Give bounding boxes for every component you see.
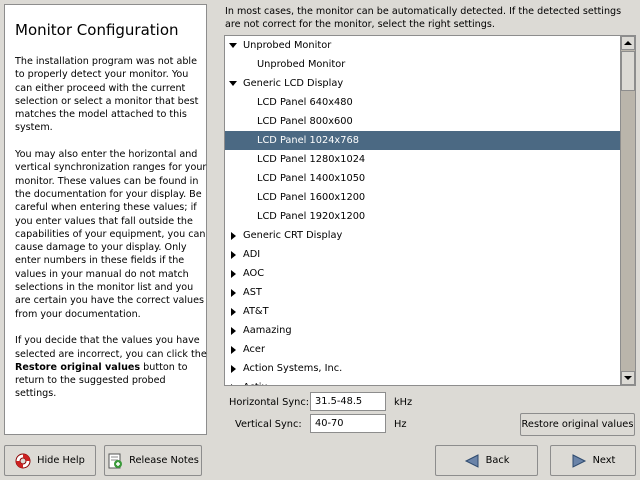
tree-row[interactable]: LCD Panel 800x600 [225, 112, 621, 131]
help-text: The installation program was not able to… [15, 55, 207, 414]
expander-collapsed-icon[interactable] [227, 359, 239, 378]
triangle-down-icon [229, 81, 237, 86]
expander-collapsed-icon[interactable] [227, 378, 239, 385]
help-p3-before: If you decide that the values you have s… [15, 335, 207, 360]
tree-row-label: Unprobed Monitor [257, 59, 346, 70]
tree-row[interactable]: Acer [225, 340, 621, 359]
help-p3-bold: Restore original values [15, 361, 141, 373]
tree-row-label: LCD Panel 1024x768 [257, 135, 359, 146]
expander-collapsed-icon[interactable] [227, 340, 239, 359]
triangle-right-icon [230, 288, 236, 297]
triangle-down-icon [229, 43, 237, 48]
vertical-sync-label: Vertical Sync: [235, 419, 302, 430]
triangle-right-icon [230, 383, 236, 385]
tree-row[interactable]: LCD Panel 1400x1050 [225, 169, 621, 188]
restore-original-values-button[interactable]: Restore original values [520, 413, 635, 436]
triangle-right-icon [230, 250, 236, 259]
help-paragraph-1: The installation program was not able to… [15, 56, 199, 134]
next-label: Next [592, 455, 616, 466]
next-button[interactable]: Next [550, 445, 636, 476]
vertical-scrollbar[interactable] [620, 36, 635, 385]
hide-help-label: Hide Help [37, 455, 85, 466]
help-paragraph-3: If you decide that the values you have s… [15, 334, 207, 400]
expander-collapsed-icon[interactable] [227, 245, 239, 264]
monitor-list[interactable]: Unprobed Monitor Unprobed Monitor Generic … [225, 36, 621, 385]
arrow-down-icon [624, 376, 632, 380]
tree-row-label: LCD Panel 1920x1200 [257, 211, 366, 222]
tree-row-label: AST [243, 287, 262, 298]
tree-row[interactable]: Aamazing [225, 321, 621, 340]
triangle-right-icon [230, 364, 236, 373]
tree-row[interactable]: Unprobed Monitor [225, 36, 621, 55]
arrow-left-icon [464, 453, 480, 469]
help-panel: Monitor Configuration The installation p… [4, 4, 207, 435]
expander-expanded-icon[interactable] [227, 36, 239, 55]
tree-row[interactable]: Unprobed Monitor [225, 55, 621, 74]
tree-row-label: LCD Panel 640x480 [257, 97, 353, 108]
back-label: Back [485, 455, 510, 466]
tree-row-label: LCD Panel 1280x1024 [257, 154, 366, 165]
tree-row[interactable]: LCD Panel 1280x1024 [225, 150, 621, 169]
tree-row[interactable]: Actix [225, 378, 621, 385]
triangle-right-icon [230, 307, 236, 316]
expander-collapsed-icon[interactable] [227, 302, 239, 321]
tree-row-label: Actix [243, 378, 267, 385]
arrow-right-icon [571, 453, 587, 469]
tree-row[interactable]: LCD Panel 1600x1200 [225, 188, 621, 207]
triangle-right-icon [230, 326, 236, 335]
release-notes-icon [107, 453, 123, 469]
vertical-sync-input[interactable] [310, 414, 386, 433]
expander-collapsed-icon[interactable] [227, 321, 239, 340]
back-button[interactable]: Back [435, 445, 538, 476]
tree-row[interactable]: LCD Panel 1920x1200 [225, 207, 621, 226]
monitor-tree[interactable]: Unprobed Monitor Unprobed Monitor Generic … [224, 35, 636, 386]
tree-row-label: Action Systems, Inc. [243, 363, 343, 374]
tree-row[interactable]: AT&T [225, 302, 621, 321]
expander-collapsed-icon[interactable] [227, 264, 239, 283]
tree-row[interactable]: LCD Panel 640x480 [225, 93, 621, 112]
horizontal-sync-label: Horizontal Sync: [229, 397, 310, 408]
arrow-up-icon [624, 41, 632, 45]
help-title: Monitor Configuration [15, 21, 179, 39]
tree-row[interactable]: AST [225, 283, 621, 302]
scroll-thumb[interactable] [621, 51, 635, 91]
tree-row[interactable]: Generic CRT Display [225, 226, 621, 245]
scroll-up-button[interactable] [621, 36, 635, 50]
intro-text: In most cases, the monitor can be automa… [225, 6, 622, 30]
expander-collapsed-icon[interactable] [227, 283, 239, 302]
vertical-sync-unit: Hz [394, 419, 407, 430]
triangle-right-icon [230, 345, 236, 354]
tree-row-label: Acer [243, 344, 265, 355]
horizontal-sync-unit: kHz [394, 397, 413, 408]
tree-row-label: LCD Panel 1400x1050 [257, 173, 366, 184]
release-notes-label: Release Notes [129, 455, 199, 466]
tree-row[interactable]: LCD Panel 1024x768 [225, 131, 621, 150]
tree-row-label: LCD Panel 800x600 [257, 116, 353, 127]
tree-row-label: ADI [243, 249, 261, 260]
tree-row[interactable]: ADI [225, 245, 621, 264]
tree-row-label: Aamazing [243, 325, 292, 336]
tree-row-label: AT&T [243, 306, 269, 317]
triangle-right-icon [230, 269, 236, 278]
tree-row-label: Generic CRT Display [243, 230, 343, 241]
lifebuoy-icon [15, 453, 31, 469]
tree-row[interactable]: Generic LCD Display [225, 74, 621, 93]
tree-row-label: Generic LCD Display [243, 78, 344, 89]
tree-row[interactable]: Action Systems, Inc. [225, 359, 621, 378]
expander-expanded-icon[interactable] [227, 74, 239, 93]
restore-button-label: Restore original values [521, 419, 634, 430]
release-notes-button[interactable]: Release Notes [104, 445, 202, 476]
tree-row-label: LCD Panel 1600x1200 [257, 192, 366, 203]
triangle-right-icon [230, 231, 236, 240]
expander-collapsed-icon[interactable] [227, 226, 239, 245]
scroll-down-button[interactable] [621, 371, 635, 385]
tree-row[interactable]: AOC [225, 264, 621, 283]
help-paragraph-2: You may also enter the horizontal and ve… [15, 149, 207, 320]
tree-row-label: AOC [243, 268, 265, 279]
tree-row-label: Unprobed Monitor [243, 40, 332, 51]
hide-help-button[interactable]: Hide Help [4, 445, 96, 476]
horizontal-sync-input[interactable] [310, 392, 386, 411]
